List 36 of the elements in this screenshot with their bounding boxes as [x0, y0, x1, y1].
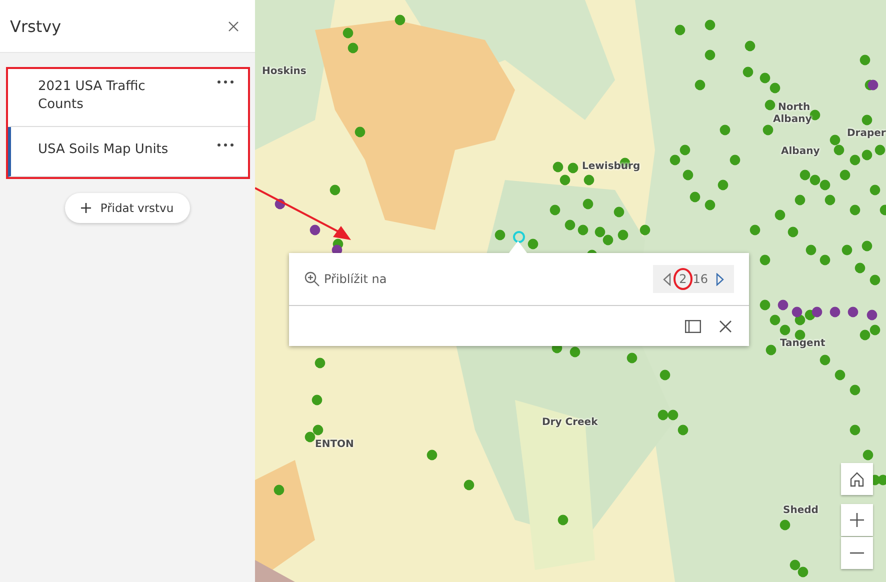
place-label: North [778, 102, 810, 113]
minus-icon [849, 552, 865, 554]
place-label: Lewisburg [582, 161, 640, 172]
dock-icon[interactable] [683, 318, 703, 334]
plus-icon [849, 512, 865, 528]
panel-title: Vrstvy [10, 16, 62, 36]
next-icon[interactable] [714, 270, 726, 288]
zoom-to-button[interactable]: Přiblížit na [304, 271, 387, 287]
home-button[interactable] [841, 463, 873, 495]
place-label: Albany [773, 114, 812, 125]
place-label: Shedd [783, 505, 818, 516]
close-icon[interactable] [226, 18, 241, 34]
zoom-in-icon [304, 271, 320, 287]
popup-pointer [509, 241, 527, 253]
place-label: Albany [781, 146, 820, 157]
current-feature-number: 2 [679, 272, 687, 286]
home-icon [849, 471, 865, 487]
place-label: Hoskins [262, 66, 306, 77]
place-label: Tangent [780, 338, 826, 349]
highlight-ring [673, 267, 694, 291]
zoom-in-button[interactable] [841, 504, 873, 536]
place-label: Draper [847, 128, 886, 139]
more-icon[interactable] [215, 141, 236, 149]
map-view[interactable]: Hoskins North Albany Draper Albany Lewisburg Tangent Dry Creek ENTON Shedd Přiblížit na 2 16 [255, 0, 886, 582]
place-label: ENTON [315, 439, 354, 450]
plus-icon [81, 203, 92, 213]
selected-marker-icon [513, 231, 525, 243]
more-icon[interactable] [215, 78, 236, 86]
layer-item[interactable]: USA Soils Map Units [8, 127, 248, 177]
previous-icon[interactable] [661, 270, 674, 288]
feature-total: 16 [692, 272, 708, 286]
close-icon[interactable] [717, 318, 734, 334]
layer-name: 2021 USA Traffic Counts [38, 78, 146, 114]
layer-name: USA Soils Map Units [38, 141, 170, 159]
add-layer-button[interactable]: Přidat vrstvu [65, 193, 190, 223]
place-label: Dry Creek [542, 417, 598, 428]
